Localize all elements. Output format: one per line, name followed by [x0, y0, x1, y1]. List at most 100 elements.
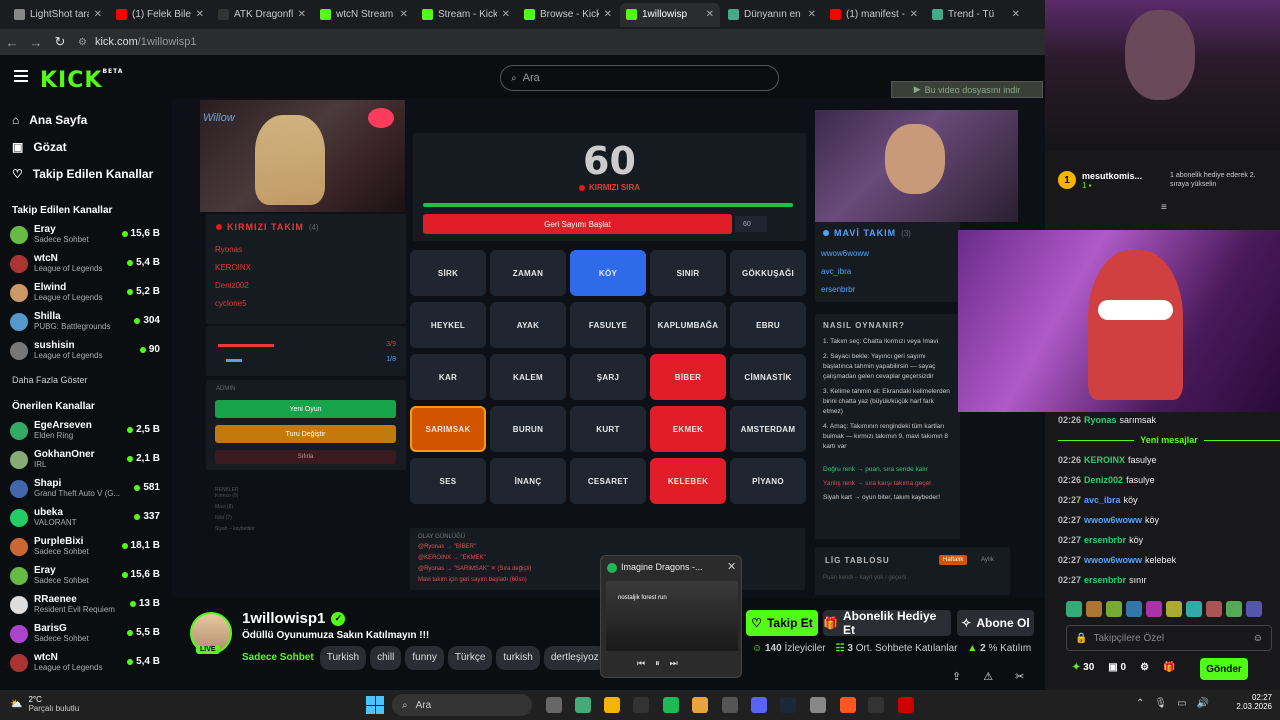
emote-icon[interactable]: [1106, 601, 1122, 617]
taskbar-app-icon[interactable]: [722, 697, 738, 713]
sidebar-channel[interactable]: BarisG Sadece Sohbet 5,5 B: [0, 619, 170, 648]
show-more-link[interactable]: Daha Fazla Göster: [0, 365, 170, 391]
emote-icon[interactable]: [1186, 601, 1202, 617]
word-card[interactable]: CİMNASTİK: [730, 354, 806, 400]
gift-icon[interactable]: 🎁: [1163, 662, 1175, 673]
send-button[interactable]: Gönder: [1200, 658, 1248, 680]
sidebar-channel[interactable]: Shapi Grand Theft Auto V (G... 581: [0, 474, 170, 503]
emote-icon[interactable]: [1206, 601, 1222, 617]
tab-close-icon[interactable]: ✕: [604, 9, 612, 20]
site-info-icon[interactable]: ⚙: [78, 37, 87, 48]
sidebar-channel[interactable]: GokhanOner IRL 2,1 B: [0, 445, 170, 474]
browser-tab[interactable]: 1willowisp ✕: [620, 2, 720, 27]
msg-user[interactable]: KEROINX: [1084, 455, 1125, 465]
sidebar-channel[interactable]: wtcN League of Legends 5,4 B: [0, 249, 170, 278]
tray-chevron-icon[interactable]: ⌃: [1136, 698, 1144, 709]
browser-tab[interactable]: ATK Dragonfly ✕: [212, 3, 312, 27]
word-card[interactable]: AMSTERDAM: [730, 406, 806, 452]
nav-home[interactable]: ⌂ Ana Sayfa: [0, 106, 170, 133]
taskbar-app-icon[interactable]: [780, 697, 796, 713]
sidebar-channel[interactable]: RRaenee Resident Evil Requiem 13 B: [0, 590, 170, 619]
sidebar-channel[interactable]: Shilla PUBG: Battlegrounds 304: [0, 307, 170, 336]
sidebar-channel[interactable]: Elwind League of Legends 5,2 B: [0, 278, 170, 307]
bag[interactable]: ▣ 0: [1108, 662, 1126, 673]
word-card[interactable]: CESARET: [570, 458, 646, 504]
pause-icon[interactable]: ⏸: [655, 658, 660, 669]
sidebar-channel[interactable]: ubeka VALORANT 337: [0, 503, 170, 532]
sidebar-channel[interactable]: EgeArseven Elden Ring 2,5 B: [0, 416, 170, 445]
channel-name[interactable]: 1willowisp1: [242, 610, 325, 627]
taskbar-search[interactable]: ⌕ Ara: [392, 694, 532, 716]
change-turn-button[interactable]: Turu Değiştir: [215, 425, 396, 443]
taskbar-app-icon[interactable]: [575, 697, 591, 713]
taskbar-app-icon[interactable]: [692, 697, 708, 713]
start-countdown-button[interactable]: Geri Sayımı Başlat: [423, 214, 732, 234]
previous-icon[interactable]: ⏮: [637, 658, 645, 669]
settings-icon[interactable]: ⚙: [1140, 662, 1149, 673]
msg-user[interactable]: wwow6woww: [1084, 555, 1142, 565]
msg-user[interactable]: wwow6woww: [1084, 515, 1142, 525]
emote-icon[interactable]: [1246, 601, 1262, 617]
sidebar-channel[interactable]: wtcN League of Legends 5,4 B: [0, 648, 170, 677]
tab-close-icon[interactable]: ✕: [1012, 9, 1020, 20]
expand-icon[interactable]: ≡: [1161, 202, 1167, 213]
mini-player-close-icon[interactable]: ✕: [727, 560, 736, 573]
taskbar-app-icon[interactable]: [868, 697, 884, 713]
word-card[interactable]: GÖKKUŞAĞI: [730, 250, 806, 296]
tab-close-icon[interactable]: ✕: [94, 9, 102, 20]
word-card[interactable]: KAR: [410, 354, 486, 400]
browser-tab[interactable]: LightShot taraf ✕: [8, 3, 108, 27]
word-card[interactable]: FASULYE: [570, 302, 646, 348]
word-card[interactable]: KALEM: [490, 354, 566, 400]
msg-user[interactable]: ersenbrbr: [1084, 535, 1126, 545]
word-card[interactable]: HEYKEL: [410, 302, 486, 348]
taskbar-app-icon[interactable]: [840, 697, 856, 713]
word-card[interactable]: BİBER: [650, 354, 726, 400]
msg-user[interactable]: ersenbrbr: [1084, 575, 1126, 585]
tag-pill[interactable]: funny: [405, 646, 444, 670]
nav-browse[interactable]: ▣ Gözat: [0, 133, 170, 160]
word-card[interactable]: BURUN: [490, 406, 566, 452]
word-card[interactable]: SES: [410, 458, 486, 504]
tab-close-icon[interactable]: ✕: [910, 9, 918, 20]
search-input[interactable]: ⌕ Ara: [500, 65, 779, 91]
word-card[interactable]: EBRU: [730, 302, 806, 348]
sidebar-channel[interactable]: sushisin League of Legends 90: [0, 336, 170, 365]
mic-icon[interactable]: 🎙: [1154, 698, 1167, 709]
menu-icon[interactable]: [14, 70, 28, 82]
msg-user[interactable]: Ryonas: [1084, 415, 1117, 425]
tag-pill[interactable]: Türkçe: [447, 646, 493, 670]
emote-icon[interactable]: [1226, 601, 1242, 617]
weather-widget[interactable]: ⛅ 2°C Parçalı bulutlu: [10, 695, 79, 713]
volume-icon[interactable]: 🔊: [1197, 698, 1209, 709]
browser-tab[interactable]: Browse - Kick ✕: [518, 3, 618, 27]
tab-close-icon[interactable]: ✕: [298, 9, 306, 20]
taskbar-app-icon[interactable]: [898, 697, 914, 713]
word-card[interactable]: SINIR: [650, 250, 726, 296]
tab-close-icon[interactable]: ✕: [808, 9, 816, 20]
league-tab-weekly[interactable]: Haftalık: [939, 555, 968, 565]
msg-user[interactable]: Deniz002: [1084, 475, 1123, 485]
sidebar-channel[interactable]: Eray Sadece Sohbet 15,6 B: [0, 220, 170, 249]
top-user[interactable]: mesutkomis...: [1082, 171, 1164, 181]
back-icon[interactable]: ←: [0, 35, 24, 50]
forward-icon[interactable]: →: [24, 35, 48, 50]
follow-button[interactable]: ♡ Takip Et: [746, 610, 818, 636]
tag-pill[interactable]: turkish: [496, 646, 540, 670]
emote-icon[interactable]: [1146, 601, 1162, 617]
browser-tab[interactable]: Stream - Kick L ✕: [416, 3, 516, 27]
countdown-input[interactable]: 60: [735, 216, 767, 232]
points[interactable]: ✦ 30: [1072, 662, 1094, 673]
tag-pill[interactable]: dertleşiyoz: [543, 646, 606, 670]
tag-pill[interactable]: chill: [370, 646, 402, 670]
reset-button[interactable]: Sıfırla: [215, 450, 396, 464]
tag-pill[interactable]: Turkish: [319, 646, 367, 670]
taskbar-app-icon[interactable]: [633, 697, 649, 713]
league-tab-monthly[interactable]: Aylık: [977, 555, 998, 565]
taskbar-app-icon[interactable]: [663, 697, 679, 713]
tab-close-icon[interactable]: ✕: [502, 9, 510, 20]
url-path[interactable]: /1willowisp1: [138, 36, 197, 48]
word-card[interactable]: PİYANO: [730, 458, 806, 504]
category-link[interactable]: Sadece Sohbet: [242, 652, 314, 663]
subscribe-button[interactable]: ✧ Abone Ol: [957, 610, 1034, 636]
